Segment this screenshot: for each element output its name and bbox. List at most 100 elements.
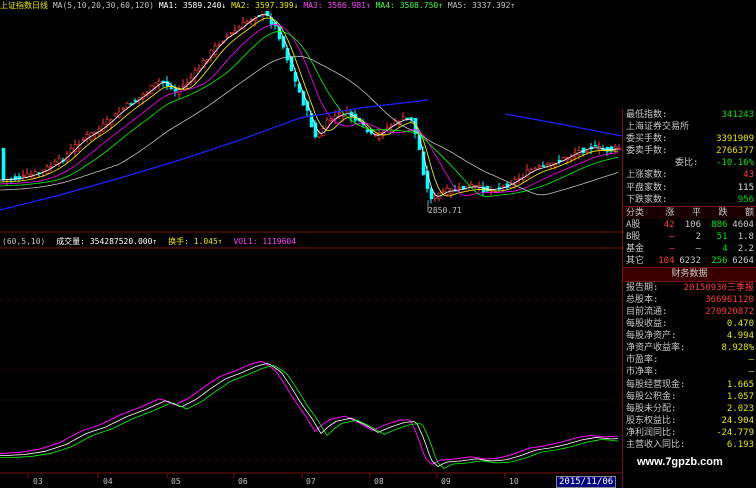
finance-value: 0.470 — [726, 319, 754, 330]
candle-body — [173, 88, 178, 92]
category-row: 其它 104 6232 256 6264 — [623, 255, 756, 267]
finance-row: 市净率: – — [623, 366, 756, 378]
candle-body — [541, 165, 546, 167]
finance-row: 每股收益: 0.470 — [623, 318, 756, 330]
candle-body — [385, 126, 390, 130]
candle-body — [317, 133, 322, 138]
candle-body — [401, 116, 406, 121]
finance-label: 每股未分配: — [626, 403, 677, 414]
finance-value: 270920872 — [705, 306, 754, 317]
th-down: 跌 — [718, 207, 728, 218]
finance-value: 1.665 — [726, 379, 754, 390]
candle-body — [69, 148, 74, 153]
x-tick: 10 — [509, 477, 519, 486]
ma1-value: MA1: 3589.240↓ — [158, 1, 227, 10]
category-cell: 1.8 — [737, 231, 754, 242]
quote-row: 下跌家数: 956 — [623, 194, 756, 206]
category-cell: – — [669, 243, 675, 254]
quote-label: 上涨家数: — [626, 170, 668, 181]
th-flat: 平 — [692, 207, 702, 218]
candle-body — [133, 100, 138, 102]
candle-body — [553, 164, 558, 168]
candle-body — [337, 112, 342, 115]
finance-label: 总股本: — [626, 294, 659, 305]
category-cell: 106 — [684, 219, 702, 230]
candle-body — [169, 87, 174, 89]
quote-row: 最低指数: 341243 — [623, 109, 756, 121]
category-row: B股 – 2 51 1.8 — [623, 231, 756, 243]
category-cell: B股 — [626, 231, 641, 242]
candle-body — [313, 122, 318, 138]
finance-title[interactable]: 财务数据 — [623, 266, 756, 282]
x-tick: 06 — [238, 477, 248, 486]
finance-value: -24.779 — [716, 427, 754, 438]
current-date-label: 2015/11/06 — [556, 476, 617, 488]
volume-params: (60,5,10) — [2, 237, 46, 246]
quote-row: 上海证券交易所 — [623, 121, 756, 133]
candle-body — [441, 190, 446, 193]
finance-label: 股东权益比: — [626, 415, 677, 426]
category-cell: 104 — [658, 255, 675, 266]
site-watermark: www.7gpzb.com — [637, 456, 723, 468]
x-tick: 08 — [374, 477, 384, 486]
ma-legend: 上证指数日线 MA(5,10,20,30,60,120) MA1: 3589.2… — [0, 0, 516, 11]
candle-body — [225, 35, 230, 38]
quote-row: 委卖手数: 2766377 — [623, 145, 756, 157]
candle-body — [285, 48, 290, 61]
x-tick: 04 — [103, 477, 113, 486]
x-tick: 03 — [33, 477, 43, 486]
candle-body — [153, 82, 158, 88]
x-axis: 03 04 05 06 07 08 09 10 — [0, 477, 622, 487]
quote-value: 115 — [737, 182, 754, 193]
finance-row: 市盈率: – — [623, 354, 756, 366]
category-cell: 2 — [695, 231, 702, 242]
category-cell: 其它 — [626, 255, 645, 266]
quote-row: 委比: -10.16% — [623, 157, 756, 169]
finance-value: 20150930三季报 — [683, 282, 754, 293]
category-cell: A股 — [626, 219, 641, 230]
ma5-value: MA5: 3337.392↑ — [447, 1, 516, 10]
category-table-header: 分类 涨 平 跌 额(亿) — [623, 205, 756, 219]
ma-params: MA(5,10,20,30,60,120) — [52, 1, 154, 10]
finance-row: 每股公积金: 1.057 — [623, 391, 756, 403]
quote-value: 956 — [737, 194, 754, 205]
finance-value: 2.023 — [726, 403, 754, 414]
candle-body — [365, 129, 370, 132]
category-cell: 6264 — [732, 255, 754, 266]
category-cell: – — [695, 243, 702, 254]
category-cell: – — [669, 231, 675, 242]
quote-label: 平盘家数: — [626, 182, 668, 193]
quote-label: 最低指数: — [626, 110, 668, 120]
th-category: 分类 — [626, 207, 645, 218]
finance-label: 每股收益: — [626, 319, 668, 330]
category-row: 基金 – – 4 2.2 — [623, 243, 756, 255]
finance-label: 市盈率: — [626, 355, 659, 366]
index-name: 上证指数日线 — [0, 1, 48, 10]
candle-body — [533, 167, 538, 170]
volume-value: 成交量: 354287520.000↑ — [56, 237, 158, 246]
quote-panel: 最低指数: 341243 上海证券交易所 委买手数: 3391909 委卖手数: 27663… — [622, 109, 756, 487]
finance-value: 4.994 — [726, 331, 754, 342]
candle-body — [81, 138, 86, 141]
quote-rows: 最低指数: 341243 上海证券交易所 委买手数: 3391909 委卖手数: 27663… — [623, 109, 756, 206]
finance-label: 报告期: — [626, 282, 659, 293]
finance-row: 主营收入同比: 6.193 — [623, 439, 756, 451]
finance-row: 目前流通: 270920872 — [623, 306, 756, 318]
finance-label: 主营收入同比: — [626, 439, 686, 450]
finance-label: 目前流通: — [626, 306, 668, 317]
ma3-value: MA3: 3566.981↑ — [303, 1, 371, 10]
finance-value: – — [748, 355, 754, 366]
candle-body — [457, 186, 462, 189]
candle-body — [613, 146, 618, 149]
quote-label: 委卖手数: — [626, 146, 668, 157]
finance-value: 366961120 — [705, 294, 754, 305]
candle-body — [105, 119, 110, 125]
finance-label: 每股公积金: — [626, 391, 677, 402]
category-row: A股 42 106 886 4604 — [623, 219, 756, 231]
category-cell: 51 — [716, 231, 728, 242]
category-cell: 42 — [663, 219, 675, 230]
finance-row: 总股本: 366961120 — [623, 294, 756, 306]
ma4-value: MA4: 3508.750↑ — [375, 1, 444, 10]
candle-body — [113, 113, 118, 117]
finance-label: 每股净资产: — [626, 331, 677, 342]
